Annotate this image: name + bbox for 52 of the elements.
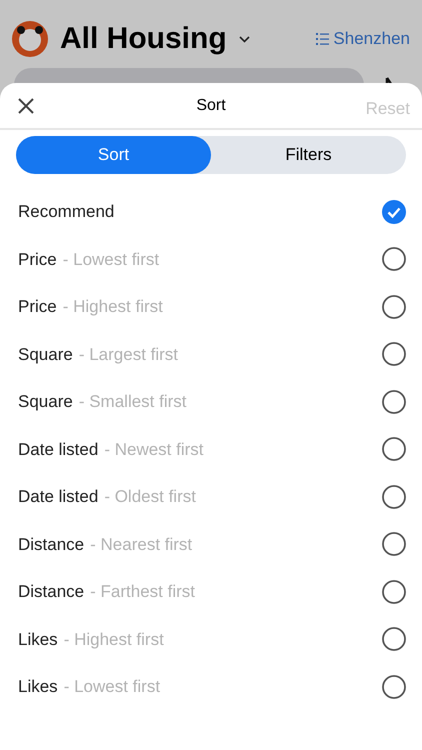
option-detail: - Lowest first bbox=[62, 248, 160, 270]
option-detail: - Nearest first bbox=[90, 534, 192, 556]
option-detail: - Largest first bbox=[78, 344, 178, 366]
option-label: Recommend bbox=[18, 201, 114, 223]
option-detail: - Newest first bbox=[104, 438, 204, 460]
sort-option[interactable]: Square - Smallest first bbox=[0, 378, 422, 426]
option-detail: - Highest first bbox=[62, 296, 163, 318]
sort-option[interactable]: Price - Lowest first bbox=[0, 236, 422, 283]
option-label: Square bbox=[18, 344, 73, 366]
option-label: Price bbox=[18, 296, 57, 318]
radio-icon[interactable] bbox=[382, 437, 406, 462]
sheet-title: Sort bbox=[196, 96, 226, 116]
option-detail: - Smallest first bbox=[78, 391, 187, 413]
radio-icon[interactable] bbox=[382, 484, 406, 509]
sort-option[interactable]: Distance - Nearest first bbox=[0, 520, 422, 568]
sort-option[interactable]: Square - Largest first bbox=[0, 330, 422, 378]
option-label: Likes bbox=[18, 676, 58, 698]
sort-option[interactable]: Recommend bbox=[0, 188, 422, 236]
sort-option[interactable]: Likes - Highest first bbox=[0, 616, 422, 663]
option-detail: - Oldest first bbox=[104, 486, 196, 508]
option-label: Price bbox=[18, 248, 57, 270]
option-label: Distance bbox=[18, 581, 84, 603]
radio-icon[interactable] bbox=[382, 532, 406, 556]
option-label: Distance bbox=[18, 534, 84, 556]
close-icon bbox=[17, 97, 35, 115]
radio-icon[interactable] bbox=[382, 247, 406, 272]
option-detail: - Farthest first bbox=[90, 581, 195, 603]
option-label: Date listed bbox=[18, 486, 98, 508]
radio-icon[interactable] bbox=[382, 390, 406, 414]
option-detail: - Lowest first bbox=[64, 676, 160, 698]
sort-option[interactable]: Price - Highest first bbox=[0, 283, 422, 330]
radio-icon[interactable] bbox=[382, 674, 406, 699]
checked-radio-icon[interactable] bbox=[382, 200, 406, 224]
radio-icon[interactable] bbox=[382, 580, 406, 604]
sort-option[interactable]: Date listed - Newest first bbox=[0, 426, 422, 473]
option-label: Date listed bbox=[18, 438, 98, 460]
segment-tab[interactable]: Filters bbox=[211, 136, 406, 174]
option-label: Square bbox=[18, 391, 73, 413]
chevron-down-icon[interactable] bbox=[238, 36, 250, 42]
city-selector[interactable]: Shenzhen bbox=[316, 26, 410, 52]
sort-option[interactable]: Likes - Lowest first bbox=[0, 663, 422, 710]
radio-icon[interactable] bbox=[382, 294, 406, 319]
option-label: Likes bbox=[18, 628, 58, 650]
option-detail: - Highest first bbox=[64, 628, 164, 650]
page-title: All Housing bbox=[60, 24, 227, 54]
radio-icon[interactable] bbox=[382, 342, 406, 366]
close-button[interactable] bbox=[17, 97, 35, 115]
list-icon bbox=[316, 33, 330, 45]
sort-option[interactable]: Date listed - Oldest first bbox=[0, 473, 422, 520]
segment-tab[interactable]: Sort bbox=[16, 136, 211, 174]
radio-icon[interactable] bbox=[382, 627, 406, 652]
sort-option[interactable]: Distance - Farthest first bbox=[0, 568, 422, 616]
